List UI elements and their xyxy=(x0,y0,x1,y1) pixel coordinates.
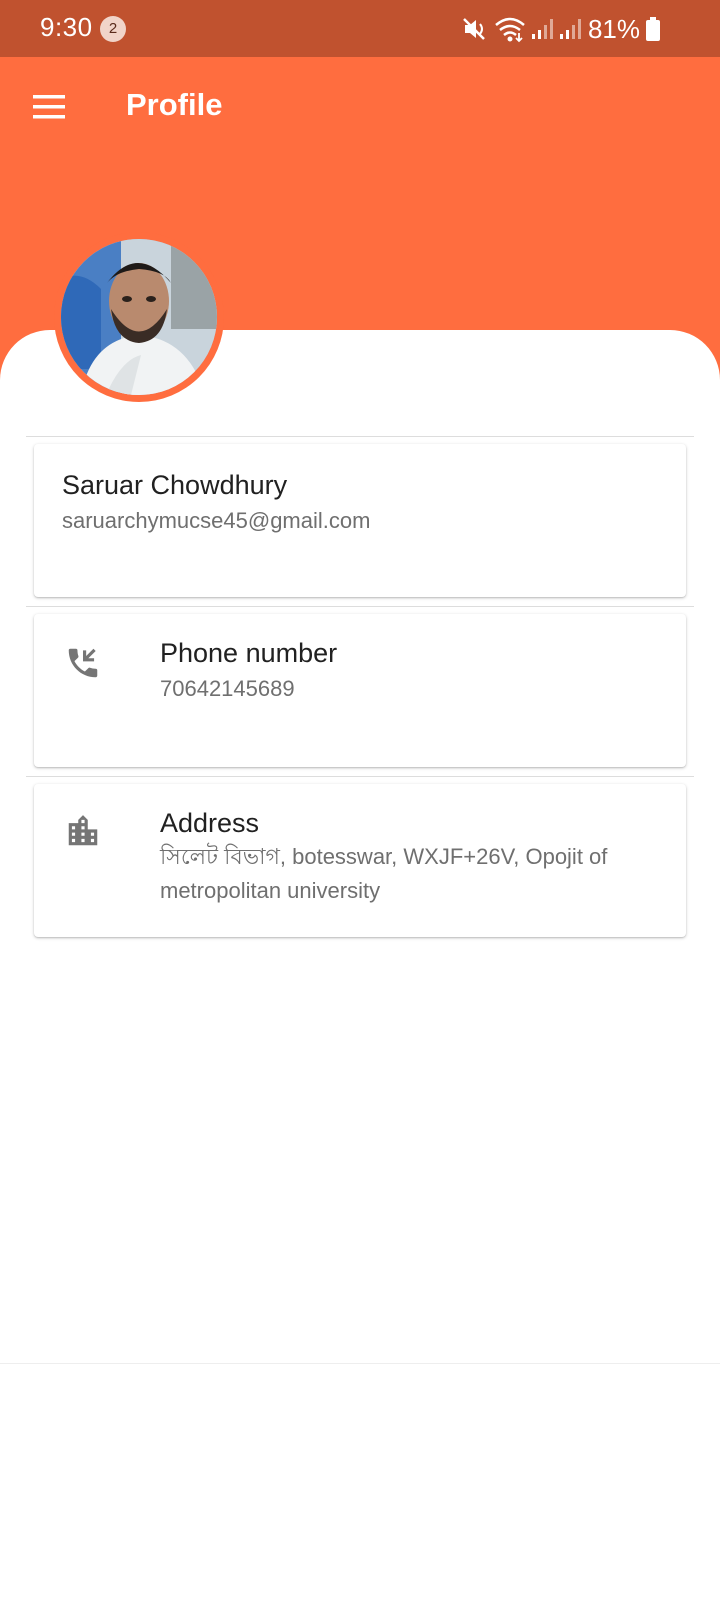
phone-card[interactable]: Phone number 70642145689 xyxy=(34,614,686,767)
phone-callback-icon xyxy=(68,648,98,678)
signal-icon xyxy=(559,19,581,39)
divider xyxy=(26,606,694,607)
battery-icon xyxy=(646,17,660,41)
building-icon xyxy=(68,815,98,846)
divider xyxy=(26,436,694,437)
status-bar: 9:30 2 81% xyxy=(0,0,720,57)
notification-count-badge: 2 xyxy=(100,16,126,42)
avatar-photo xyxy=(61,239,217,395)
divider xyxy=(26,776,694,777)
status-time: 9:30 xyxy=(40,12,93,42)
menu-icon[interactable] xyxy=(33,94,65,120)
profile-name: Saruar Chowdhury xyxy=(62,470,288,500)
phone-label: Phone number xyxy=(160,638,338,668)
profile-email: saruarchymucse45@gmail.com xyxy=(62,508,371,533)
bottom-divider xyxy=(0,1363,720,1364)
phone-value: 70642145689 xyxy=(160,676,295,701)
profile-screen: 9:30 2 81% Profile Saruar Chowdhury saru… xyxy=(0,0,720,1600)
address-label: Address xyxy=(160,808,260,838)
battery-percent: 81% xyxy=(587,13,640,44)
status-icons: 81% xyxy=(462,14,660,44)
page-title: Profile xyxy=(126,87,223,122)
mute-icon xyxy=(463,18,485,40)
avatar[interactable] xyxy=(61,239,217,395)
avatar-ring xyxy=(54,232,224,402)
app-bar: Profile xyxy=(0,57,720,157)
signal-icon xyxy=(531,19,553,39)
profile-name-card[interactable]: Saruar Chowdhury saruarchymucse45@gmail.… xyxy=(34,444,686,597)
wifi-icon xyxy=(495,17,525,43)
address-card[interactable]: Address সিলেট বিভাগ, botesswar, WXJF+26V… xyxy=(34,784,686,937)
address-value: সিলেট বিভাগ, botesswar, WXJF+26V, Opojit… xyxy=(160,844,608,903)
